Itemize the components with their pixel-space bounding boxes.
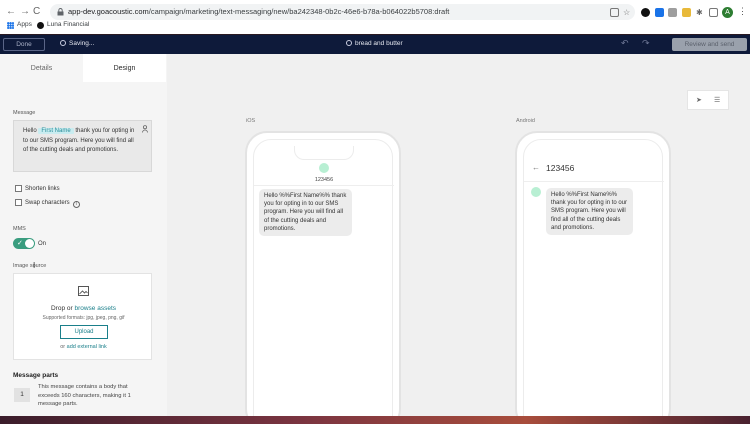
review-and-send-button[interactable]: Review and send [672, 38, 747, 51]
tab-design[interactable]: Design [83, 54, 166, 82]
personalization-chip[interactable]: First Name [38, 128, 74, 134]
image-icon [78, 286, 89, 296]
message-parts-description: This message contains a body that exceed… [38, 384, 131, 407]
ios-screen: 123456 Hello %%First Name%% thank you fo… [253, 139, 394, 416]
luna-icon [37, 22, 44, 29]
drop-text: Drop or browse assets [50, 305, 117, 312]
ios-sender-number: 123456 [314, 177, 334, 183]
desktop-background [0, 416, 750, 424]
shorten-links-checkbox[interactable] [15, 185, 22, 192]
divider [524, 181, 664, 182]
done-button[interactable]: Done [3, 38, 45, 51]
add-external-link[interactable]: add external link [67, 344, 107, 350]
browse-assets-link[interactable]: browse assets [74, 305, 116, 312]
status-icon [346, 40, 352, 46]
shorten-links-option[interactable]: Shorten links [15, 185, 60, 194]
message-label: Message [13, 110, 36, 116]
tab-details[interactable]: Details [0, 54, 83, 82]
bookmark-luna-financial[interactable]: Luna Financial [47, 21, 89, 28]
message-text[interactable]: Hello First Name thank you for opting in… [23, 127, 135, 156]
saving-status: Saving... [60, 40, 94, 47]
lock-icon [57, 8, 64, 16]
forward-icon[interactable]: → [20, 6, 30, 18]
profile-avatar[interactable]: A [722, 7, 733, 18]
contact-avatar [319, 163, 329, 173]
back-icon[interactable]: ← [6, 6, 16, 18]
upload-button[interactable]: Upload [60, 325, 108, 339]
ios-phone-preview: 123456 Hello %%First Name%% thank you fo… [245, 131, 401, 416]
ios-label: iOS [246, 118, 256, 124]
extension-icon[interactable] [668, 8, 677, 17]
extension-icon[interactable] [682, 8, 691, 17]
share-icon[interactable] [610, 8, 619, 17]
back-arrow-icon: ← [532, 163, 540, 172]
info-icon[interactable]: i [72, 201, 80, 208]
star-icon[interactable]: ☆ [623, 8, 632, 17]
spinner-icon [60, 40, 66, 46]
url-text: app-dev.goacoustic.com/campaign/marketin… [68, 7, 450, 16]
menu-icon[interactable]: ⋮ [738, 6, 747, 17]
reload-icon[interactable]: C [33, 6, 40, 18]
image-source-label: Image source [13, 263, 47, 269]
document-title[interactable]: bread and butter [346, 40, 403, 47]
swap-characters-checkbox[interactable] [15, 199, 22, 206]
image-dropzone[interactable]: Drop or browse assets Supported formats:… [13, 273, 152, 360]
message-parts-count: 1 [14, 388, 30, 402]
extension-icon[interactable] [641, 8, 650, 17]
redo-icon[interactable]: ↷ [642, 38, 650, 49]
settings-icon[interactable]: ☰ [714, 96, 720, 104]
android-phone-preview: ← 123456 Hello %%First Name%% thank you … [515, 131, 671, 416]
supported-formats: Supported formats: jpg, jpeg, png, gif [42, 315, 125, 321]
mms-label: MMS [13, 226, 26, 232]
android-message-bubble: Hello %%First Name%% thank you for optin… [546, 188, 633, 236]
android-label: Android [516, 118, 535, 124]
side-panel-icon[interactable] [709, 8, 718, 17]
message-editor[interactable]: Hello First Name thank you for opting in… [13, 120, 152, 172]
mms-toggle-state: On [38, 241, 47, 247]
personalization-icon[interactable] [142, 125, 148, 133]
bookmarks-bar: Apps Luna Financial [0, 20, 750, 33]
mms-toggle[interactable]: ✓ [13, 238, 35, 249]
send-test-icon[interactable]: ➤ [696, 96, 702, 104]
undo-icon[interactable]: ↶ [621, 38, 629, 49]
extension-icon[interactable] [655, 8, 664, 17]
preview-canvas: ➤ ☰ iOS 123456 Hello %%First Name%% than… [167, 54, 750, 416]
apps-icon [7, 22, 14, 29]
android-screen: ← 123456 Hello %%First Name%% thank you … [523, 139, 664, 416]
check-icon: ✓ [17, 240, 23, 247]
bookmark-apps[interactable]: Apps [17, 21, 32, 28]
puzzle-icon[interactable]: ✱ [696, 8, 705, 17]
contact-avatar [531, 187, 541, 197]
browser-chrome: ← → C app-dev.goacoustic.com/campaign/ma… [0, 0, 750, 34]
preview-tools: ➤ ☰ [687, 90, 729, 110]
android-sender-number: 123456 [546, 163, 575, 173]
address-bar[interactable]: app-dev.goacoustic.com/campaign/marketin… [50, 4, 635, 20]
phone-notch [294, 146, 354, 160]
swap-characters-option[interactable]: Swap characters i [15, 199, 80, 208]
design-panel: Details Design Message Hello First Name … [0, 54, 167, 416]
message-parts-title: Message parts [13, 372, 59, 379]
divider [254, 185, 394, 186]
external-link-text: or add external link [60, 344, 107, 350]
app-header: Done Saving... bread and butter ↶ ↷ Revi… [0, 35, 750, 54]
ios-message-bubble: Hello %%First Name%% thank you for optin… [259, 189, 352, 237]
panel-tabs: Details Design [0, 54, 167, 82]
text-cursor-icon: I [33, 261, 36, 270]
browser-toolbar: ← → C app-dev.goacoustic.com/campaign/ma… [0, 3, 750, 21]
